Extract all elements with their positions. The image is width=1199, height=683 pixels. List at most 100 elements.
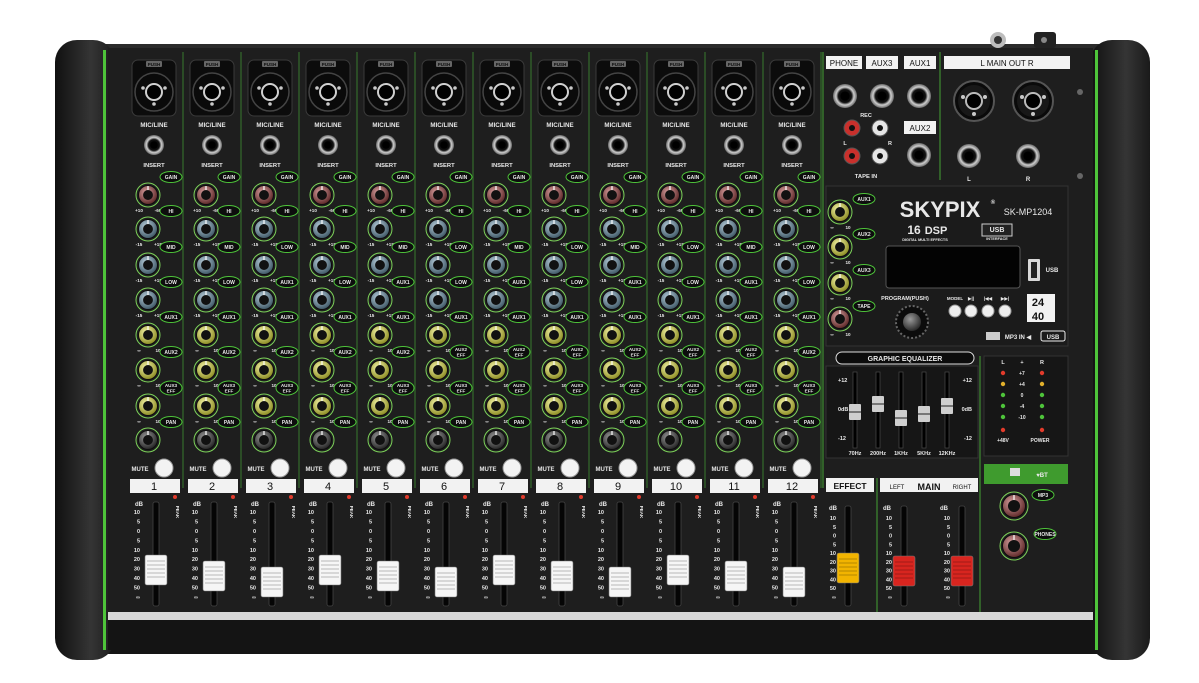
channel-knob-aux1[interactable]	[251, 287, 277, 313]
channel-knob-gain[interactable]	[193, 182, 219, 208]
mute-button[interactable]	[270, 458, 290, 478]
channel-knob-aux2[interactable]	[367, 357, 393, 383]
channel-knob-hi[interactable]	[541, 216, 567, 242]
channel-knob-mid[interactable]	[599, 252, 625, 278]
phone-jack[interactable]	[833, 84, 857, 108]
channel-knob-hi[interactable]	[135, 216, 161, 242]
channel-knob-low[interactable]	[657, 287, 683, 313]
channel-knob-aux1[interactable]	[483, 287, 509, 313]
bluetooth-button[interactable]: ♥BT	[984, 464, 1068, 484]
channel-knob-aux3-eff[interactable]	[367, 393, 393, 419]
mute-button[interactable]	[502, 458, 522, 478]
mute-button[interactable]	[212, 458, 232, 478]
usb-port[interactable]	[1028, 259, 1040, 281]
mute-button[interactable]	[154, 458, 174, 478]
channel-knob-aux3-eff[interactable]	[715, 393, 741, 419]
channel-knob-low[interactable]	[541, 287, 567, 313]
channel-knob-low[interactable]	[193, 287, 219, 313]
play-pause-button[interactable]	[964, 304, 978, 318]
channel-knob-low[interactable]	[657, 252, 683, 278]
channel-knob-pan[interactable]	[773, 427, 799, 453]
channel-knob-hi[interactable]	[599, 216, 625, 242]
channel-knob-pan[interactable]	[193, 427, 219, 453]
mic-line-combo-jack[interactable]: PUSH	[363, 59, 409, 117]
channel-knob-gain[interactable]	[251, 182, 277, 208]
insert-jack[interactable]	[318, 135, 338, 155]
channel-knob-gain[interactable]	[657, 182, 683, 208]
main-out-xlr-left[interactable]	[953, 80, 995, 122]
mute-button[interactable]	[560, 458, 580, 478]
channel-knob-aux1[interactable]	[715, 322, 741, 348]
mute-button[interactable]	[676, 458, 696, 478]
insert-jack[interactable]	[608, 135, 628, 155]
insert-jack[interactable]	[666, 135, 686, 155]
main-out-xlr-right[interactable]	[1012, 80, 1054, 122]
model-button[interactable]	[948, 304, 962, 318]
channel-knob-hi[interactable]	[773, 216, 799, 242]
channel-knob-aux3-eff[interactable]	[193, 393, 219, 419]
aux2-jack[interactable]	[907, 143, 931, 167]
channel-knob-low[interactable]	[425, 252, 451, 278]
mute-button[interactable]	[386, 458, 406, 478]
channel-knob-mid[interactable]	[367, 252, 393, 278]
channel-knob-aux1[interactable]	[599, 287, 625, 313]
mute-button[interactable]	[618, 458, 638, 478]
rca-jack[interactable]	[871, 147, 889, 165]
channel-knob-aux2-eff[interactable]	[657, 357, 683, 383]
mic-line-combo-jack[interactable]: PUSH	[537, 59, 583, 117]
channel-knob-low[interactable]	[251, 252, 277, 278]
insert-jack[interactable]	[550, 135, 570, 155]
channel-knob-pan[interactable]	[657, 427, 683, 453]
master-knob-aux1[interactable]	[827, 199, 853, 225]
mute-button[interactable]	[734, 458, 754, 478]
mp3-level-knob[interactable]	[999, 491, 1029, 521]
channel-knob-aux1[interactable]	[715, 287, 741, 313]
channel-knob-pan[interactable]	[135, 427, 161, 453]
insert-jack[interactable]	[144, 135, 164, 155]
channel-knob-pan[interactable]	[367, 427, 393, 453]
master-knob-aux2[interactable]	[827, 234, 853, 260]
master-knob-tape[interactable]	[827, 306, 853, 332]
channel-knob-aux1[interactable]	[251, 322, 277, 348]
channel-knob-hi[interactable]	[657, 216, 683, 242]
channel-knob-aux1[interactable]	[657, 322, 683, 348]
channel-knob-aux1[interactable]	[193, 322, 219, 348]
insert-jack[interactable]	[492, 135, 512, 155]
channel-knob-pan[interactable]	[599, 427, 625, 453]
channel-knob-hi[interactable]	[425, 216, 451, 242]
channel-knob-hi[interactable]	[251, 216, 277, 242]
mic-line-combo-jack[interactable]: PUSH	[305, 59, 351, 117]
channel-knob-aux2-eff[interactable]	[599, 357, 625, 383]
channel-knob-gain[interactable]	[541, 182, 567, 208]
channel-knob-aux3-eff[interactable]	[483, 393, 509, 419]
main-out-jack-left[interactable]	[957, 144, 981, 168]
channel-knob-aux2[interactable]	[135, 357, 161, 383]
rca-jack[interactable]	[843, 147, 861, 165]
channel-knob-pan[interactable]	[425, 427, 451, 453]
insert-jack[interactable]	[260, 135, 280, 155]
prev-button[interactable]	[981, 304, 995, 318]
mute-button[interactable]	[792, 458, 812, 478]
channel-knob-gain[interactable]	[367, 182, 393, 208]
channel-knob-aux3-eff[interactable]	[425, 393, 451, 419]
channel-knob-aux1[interactable]	[773, 322, 799, 348]
channel-knob-low[interactable]	[309, 287, 335, 313]
channel-knob-hi[interactable]	[193, 216, 219, 242]
channel-knob-low[interactable]	[541, 252, 567, 278]
main-out-jack-right[interactable]	[1016, 144, 1040, 168]
channel-knob-aux1[interactable]	[367, 287, 393, 313]
channel-knob-aux3-eff[interactable]	[135, 393, 161, 419]
next-button[interactable]	[998, 304, 1012, 318]
channel-knob-aux2-eff[interactable]	[541, 357, 567, 383]
channel-knob-hi[interactable]	[367, 216, 393, 242]
rca-jack[interactable]	[871, 119, 889, 137]
channel-knob-gain[interactable]	[425, 182, 451, 208]
insert-jack[interactable]	[782, 135, 802, 155]
channel-knob-aux1[interactable]	[599, 322, 625, 348]
mic-line-combo-jack[interactable]: PUSH	[247, 59, 293, 117]
mic-line-combo-jack[interactable]: PUSH	[769, 59, 815, 117]
channel-knob-aux1[interactable]	[367, 322, 393, 348]
channel-knob-aux3-eff[interactable]	[657, 393, 683, 419]
rca-jack[interactable]	[843, 119, 861, 137]
channel-knob-mid[interactable]	[715, 252, 741, 278]
